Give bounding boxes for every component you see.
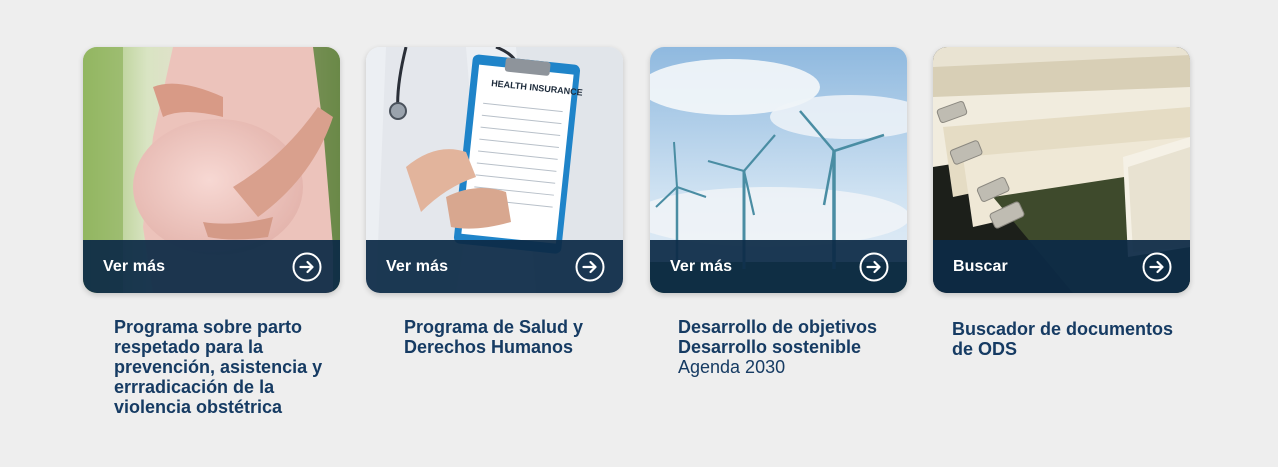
title-line: Derechos Humanos	[404, 337, 574, 357]
card-title[interactable]: Programa sobre parto respetado para la p…	[114, 317, 322, 417]
title-line: de ODS	[952, 339, 1018, 359]
title-line: respetado para la	[114, 337, 264, 357]
ver-mas-label[interactable]: Ver más	[670, 258, 732, 276]
title-line: Desarrollo de objetivos	[678, 317, 878, 337]
title-line: errradicación de la	[114, 377, 275, 397]
title-line: Programa sobre parto	[114, 317, 303, 337]
card-image-link[interactable]: Buscar	[933, 47, 1190, 293]
card-title[interactable]: Programa de Salud y Derechos Humanos	[404, 317, 583, 357]
arrow-right-circle-icon[interactable]	[859, 252, 889, 282]
ver-mas-label[interactable]: Ver más	[386, 258, 448, 276]
title-line: violencia obstétrica	[114, 397, 283, 417]
title-line: prevención, asistencia y	[114, 357, 323, 377]
arrow-right-circle-icon[interactable]	[292, 252, 322, 282]
title-line: Desarrollo sostenible	[678, 337, 862, 357]
card-title[interactable]: Desarrollo de objetivos Desarrollo soste…	[678, 317, 877, 377]
title-line: Programa de Salud y	[404, 317, 584, 337]
cards-section: Ver más Programa sobre parto respetado p…	[0, 0, 1278, 467]
card-parto-respetado: Ver más Programa sobre parto respetado p…	[83, 47, 340, 417]
ver-mas-label[interactable]: Ver más	[103, 258, 165, 276]
card-desarrollo-sostenible: Ver más Desarrollo de objetivos Desarrol…	[650, 47, 907, 377]
card-overlay: Buscar	[933, 240, 1190, 293]
arrow-right-circle-icon[interactable]	[575, 252, 605, 282]
card-overlay: Ver más	[650, 240, 907, 293]
buscar-label[interactable]: Buscar	[953, 258, 1008, 276]
card-salud-derechos-humanos: HEALTH INSURANCE Ver más Programa de Sal…	[366, 47, 623, 357]
card-overlay: Ver más	[366, 240, 623, 293]
card-title[interactable]: Buscador de documentos de ODS	[952, 319, 1173, 359]
title-subtitle: Agenda 2030	[678, 357, 786, 377]
card-image-link[interactable]: HEALTH INSURANCE Ver más	[366, 47, 623, 293]
card-image-link[interactable]: Ver más	[83, 47, 340, 293]
card-buscador-ods: Buscar Buscador de documentos de ODS	[933, 47, 1190, 359]
arrow-right-circle-icon[interactable]	[1142, 252, 1172, 282]
title-line: Buscador de documentos	[952, 319, 1174, 339]
card-overlay: Ver más	[83, 240, 340, 293]
card-image-link[interactable]: Ver más	[650, 47, 907, 293]
